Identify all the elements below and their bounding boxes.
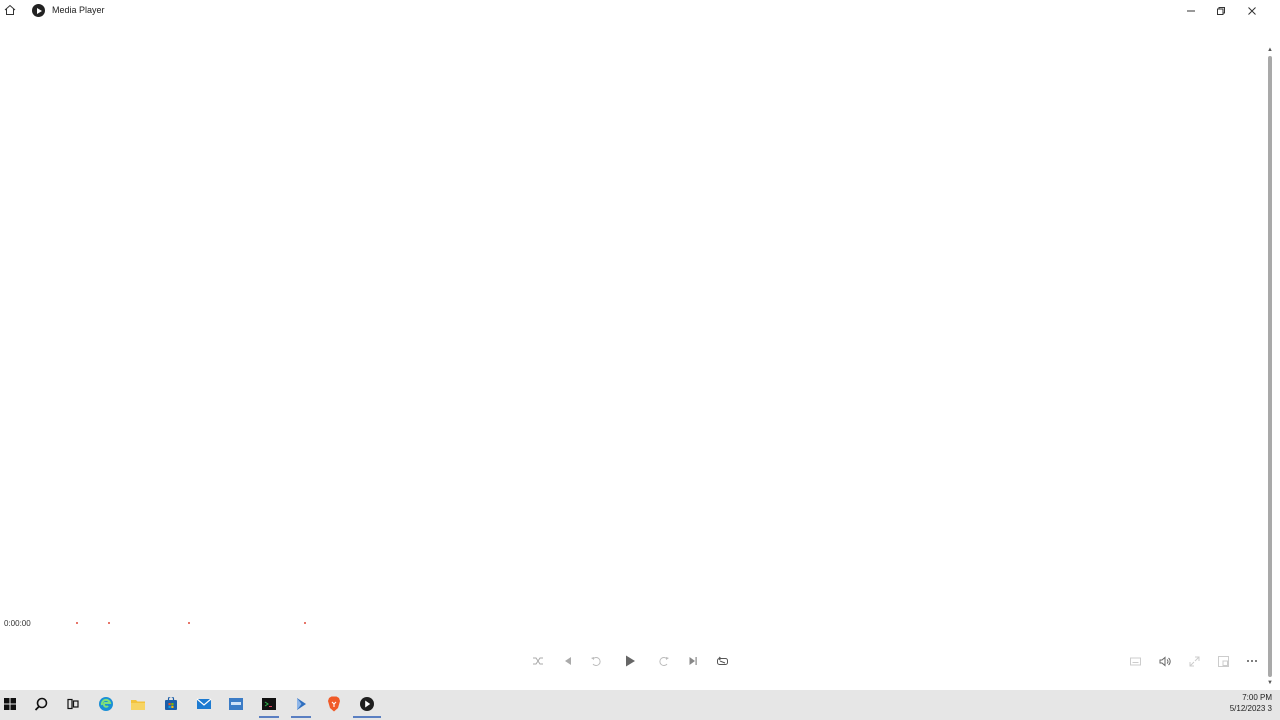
minimize-button[interactable] bbox=[1176, 0, 1206, 22]
clock-time: 7:00 PM bbox=[1242, 693, 1272, 702]
brave-browser-icon[interactable] bbox=[324, 694, 344, 714]
restore-button[interactable] bbox=[1206, 0, 1236, 22]
media-player-window: Media Player ▲ ▼ 0:00:00 bbox=[0, 0, 1280, 690]
home-icon[interactable] bbox=[3, 3, 17, 17]
media-player-taskbar-icon[interactable] bbox=[357, 694, 377, 714]
shuffle-button[interactable] bbox=[529, 652, 547, 670]
window-title: Media Player bbox=[52, 5, 105, 15]
active-app-indicator bbox=[291, 716, 311, 718]
next-button[interactable] bbox=[684, 652, 702, 670]
active-app-indicator bbox=[353, 716, 381, 718]
task-view-icon[interactable] bbox=[63, 694, 83, 714]
taskbar bbox=[0, 690, 1280, 720]
fullscreen-button[interactable] bbox=[1185, 652, 1203, 670]
previous-button[interactable] bbox=[559, 652, 577, 670]
captions-button[interactable] bbox=[1126, 652, 1144, 670]
vmware-icon[interactable] bbox=[226, 694, 246, 714]
timeline-marker bbox=[304, 622, 306, 624]
notification-count: 3 bbox=[1267, 704, 1272, 713]
edge-browser-icon[interactable] bbox=[96, 694, 116, 714]
elapsed-time: 0:00:00 bbox=[4, 619, 31, 628]
volume-button[interactable] bbox=[1156, 652, 1174, 670]
repeat-button[interactable] bbox=[713, 652, 731, 670]
clock-date: 5/12/2023 bbox=[1229, 704, 1266, 713]
active-app-indicator bbox=[259, 716, 279, 718]
scroll-up-arrow-icon[interactable]: ▲ bbox=[1265, 46, 1275, 54]
timeline-marker bbox=[76, 622, 78, 624]
system-clock[interactable]: 7:00 PM 5/12/2023 3 bbox=[1230, 692, 1272, 714]
media-player-app-icon bbox=[32, 4, 45, 17]
more-options-icon[interactable] bbox=[1243, 652, 1261, 670]
search-icon[interactable] bbox=[31, 694, 51, 714]
mini-player-button[interactable] bbox=[1214, 652, 1232, 670]
terminal-icon[interactable] bbox=[259, 694, 279, 714]
store-icon[interactable] bbox=[161, 694, 181, 714]
play-button[interactable] bbox=[621, 652, 639, 670]
media-app-icon[interactable] bbox=[291, 694, 311, 714]
mail-icon[interactable] bbox=[194, 694, 214, 714]
skip-back-button[interactable] bbox=[587, 652, 605, 670]
start-icon[interactable] bbox=[0, 694, 20, 714]
title-bar: Media Player bbox=[0, 0, 1280, 22]
timeline-marker bbox=[188, 622, 190, 624]
scrollbar-thumb[interactable] bbox=[1268, 56, 1272, 677]
scroll-down-arrow-icon[interactable]: ▼ bbox=[1265, 679, 1275, 687]
skip-forward-button[interactable] bbox=[655, 652, 673, 670]
close-button[interactable] bbox=[1237, 0, 1267, 22]
timeline-marker bbox=[108, 622, 110, 624]
file-explorer-icon[interactable] bbox=[128, 694, 148, 714]
